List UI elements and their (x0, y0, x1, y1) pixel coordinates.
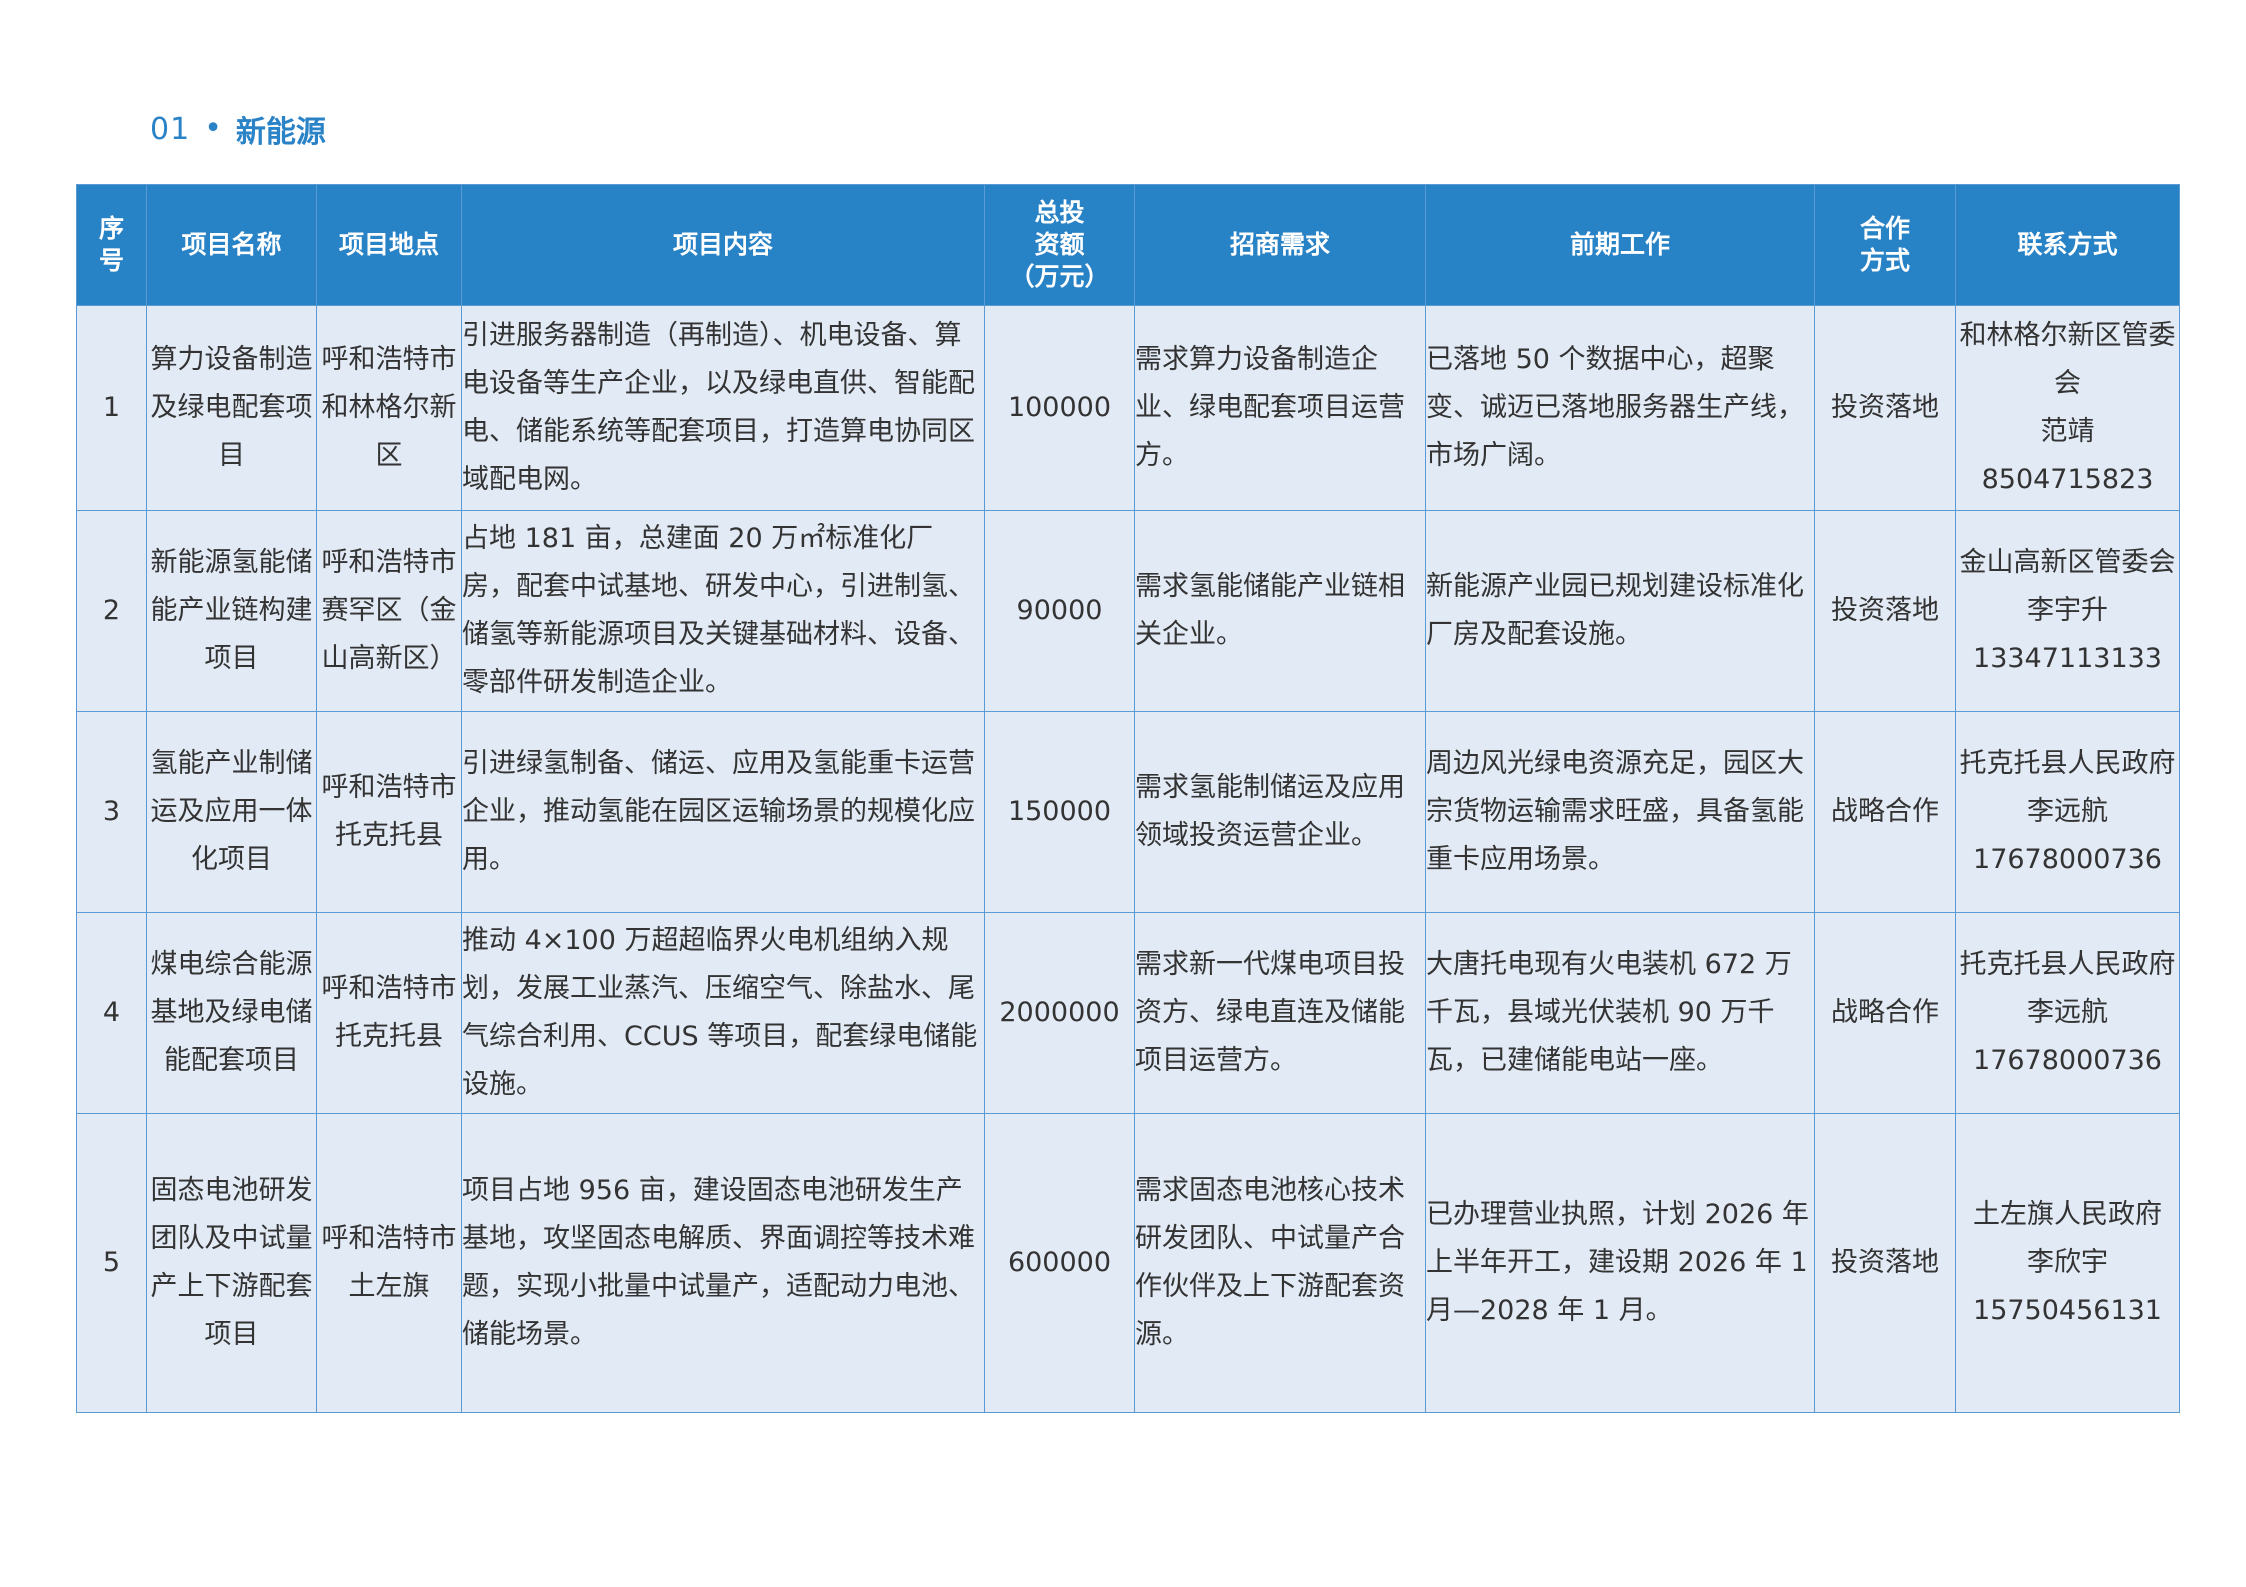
section-title: 新能源 (235, 115, 326, 150)
cell-content: 推动 4×100 万超超临界火电机组纳入规划，发展工业蒸汽、压缩空气、除盐水、尾… (461, 912, 985, 1114)
contact-organization: 托克托县人民政府 (1959, 748, 2176, 779)
cell-contact: 托克托县人民政府 李远航 17678000736 (1955, 912, 2180, 1114)
cell-project-name: 新能源氢能储能产业链构建项目 (146, 510, 317, 712)
cell-preliminary: 大唐托电现有火电装机 672 万千瓦，县域光伏装机 90 万千瓦，已建储能电站一… (1425, 912, 1815, 1114)
cell-content: 项目占地 956 亩，建设固态电池研发生产基地，攻坚固态电解质、界面调控等技术难… (461, 1113, 985, 1413)
cell-cooperation: 战略合作 (1814, 711, 1956, 913)
cell-project-name: 固态电池研发团队及中试量产上下游配套项目 (146, 1113, 317, 1413)
contact-person: 李远航 (2027, 796, 2108, 827)
cell-content: 占地 181 亩，总建面 20 万㎡标准化厂房，配套中试基地、研发中心，引进制氢… (461, 510, 985, 712)
header-contact: 联系方式 (1955, 184, 2180, 306)
cell-location: 呼和浩特市土左旗 (316, 1113, 462, 1413)
header-cooperation: 合作 方式 (1814, 184, 1956, 306)
header-content: 项目内容 (461, 184, 985, 306)
contact-organization: 金山高新区管委会 (1959, 547, 2176, 578)
cell-index: 1 (76, 305, 147, 511)
table-header-row: 序 号 项目名称 项目地点 项目内容 总投 资额 （万元） 招商需求 前期工作 (76, 184, 2180, 306)
cell-preliminary: 已落地 50 个数据中心，超聚变、诚迈已落地服务器生产线，市场广阔。 (1425, 305, 1815, 511)
header-index: 序 号 (76, 184, 147, 306)
cell-project-name: 煤电综合能源基地及绿电储能配套项目 (146, 912, 317, 1114)
contact-organization: 和林格尔新区管委会 (1959, 320, 2176, 399)
cell-index: 3 (76, 711, 147, 913)
contact-phone: 13347113133 (1973, 643, 2162, 674)
cell-cooperation: 投资落地 (1814, 1113, 1956, 1413)
header-project-name: 项目名称 (146, 184, 317, 306)
table-row: 1 算力设备制造及绿电配套项目 呼和浩特市和林格尔新区 引进服务器制造（再制造）… (76, 305, 2180, 511)
contact-phone: 8504715823 (1981, 464, 2154, 495)
contact-person: 李宇升 (2027, 595, 2108, 626)
cell-index: 2 (76, 510, 147, 712)
cell-demand: 需求算力设备制造企业、绿电配套项目运营方。 (1134, 305, 1426, 511)
cell-location: 呼和浩特市和林格尔新区 (316, 305, 462, 511)
cell-location: 呼和浩特市托克托县 (316, 912, 462, 1114)
header-preliminary: 前期工作 (1425, 184, 1815, 306)
contact-phone: 17678000736 (1973, 1045, 2162, 1076)
section-number: 01 (150, 111, 191, 147)
contact-person: 李欣宇 (2027, 1247, 2108, 1278)
cell-contact: 金山高新区管委会 李宇升 13347113133 (1955, 510, 2180, 712)
contact-phone: 15750456131 (1973, 1295, 2162, 1326)
contact-person: 范靖 (2040, 416, 2095, 447)
cell-index: 4 (76, 912, 147, 1114)
cell-cooperation: 战略合作 (1814, 912, 1956, 1114)
cell-project-name: 氢能产业制储运及应用一体化项目 (146, 711, 317, 913)
cell-content: 引进服务器制造（再制造）、机电设备、算电设备等生产企业，以及绿电直供、智能配电、… (461, 305, 985, 511)
header-demand: 招商需求 (1134, 184, 1426, 306)
cell-investment: 2000000 (984, 912, 1135, 1114)
cell-location: 呼和浩特市赛罕区（金山高新区） (316, 510, 462, 712)
cell-contact: 托克托县人民政府 李远航 17678000736 (1955, 711, 2180, 913)
contact-organization: 土左旗人民政府 (1973, 1199, 2162, 1230)
table-row: 2 新能源氢能储能产业链构建项目 呼和浩特市赛罕区（金山高新区） 占地 181 … (76, 510, 2180, 712)
contact-organization: 托克托县人民政府 (1959, 949, 2176, 980)
header-location: 项目地点 (316, 184, 462, 306)
cell-investment: 600000 (984, 1113, 1135, 1413)
cell-location: 呼和浩特市托克托县 (316, 711, 462, 913)
table-row: 5 固态电池研发团队及中试量产上下游配套项目 呼和浩特市土左旗 项目占地 956… (76, 1113, 2180, 1413)
cell-preliminary: 新能源产业园已规划建设标准化厂房及配套设施。 (1425, 510, 1815, 712)
cell-contact: 土左旗人民政府 李欣宇 15750456131 (1955, 1113, 2180, 1413)
cell-contact: 和林格尔新区管委会 范靖 8504715823 (1955, 305, 2180, 511)
cell-investment: 100000 (984, 305, 1135, 511)
contact-person: 李远航 (2027, 997, 2108, 1028)
cell-index: 5 (76, 1113, 147, 1413)
cell-demand: 需求新一代煤电项目投资方、绿电直连及储能项目运营方。 (1134, 912, 1426, 1114)
header-investment: 总投 资额 （万元） (984, 184, 1135, 306)
section-heading: 01 • 新能源 (150, 104, 326, 154)
cell-demand: 需求氢能储能产业链相关企业。 (1134, 510, 1426, 712)
cell-investment: 150000 (984, 711, 1135, 913)
cell-content: 引进绿氢制备、储运、应用及氢能重卡运营企业，推动氢能在园区运输场景的规模化应用。 (461, 711, 985, 913)
cell-cooperation: 投资落地 (1814, 510, 1956, 712)
section-bullet: • (204, 111, 222, 146)
cell-preliminary: 已办理营业执照，计划 2026 年上半年开工，建设期 2026 年 1 月—20… (1425, 1113, 1815, 1413)
projects-table: 序 号 项目名称 项目地点 项目内容 总投 资额 （万元） 招商需求 前期工作 (76, 184, 2180, 1413)
cell-demand: 需求氢能制储运及应用领域投资运营企业。 (1134, 711, 1426, 913)
contact-phone: 17678000736 (1973, 844, 2162, 875)
table-row: 4 煤电综合能源基地及绿电储能配套项目 呼和浩特市托克托县 推动 4×100 万… (76, 912, 2180, 1114)
cell-preliminary: 周边风光绿电资源充足，园区大宗货物运输需求旺盛，具备氢能重卡应用场景。 (1425, 711, 1815, 913)
cell-demand: 需求固态电池核心技术研发团队、中试量产合作伙伴及上下游配套资源。 (1134, 1113, 1426, 1413)
cell-cooperation: 投资落地 (1814, 305, 1956, 511)
cell-investment: 90000 (984, 510, 1135, 712)
table-row: 3 氢能产业制储运及应用一体化项目 呼和浩特市托克托县 引进绿氢制备、储运、应用… (76, 711, 2180, 913)
cell-project-name: 算力设备制造及绿电配套项目 (146, 305, 317, 511)
